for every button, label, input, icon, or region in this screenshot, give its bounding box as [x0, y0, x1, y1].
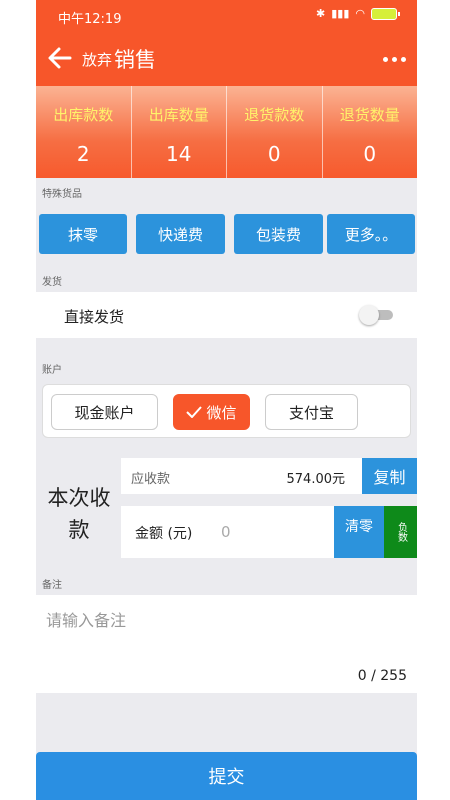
stat-label: 退货款数 — [244, 106, 305, 124]
direct-ship-row: 直接发货 — [36, 292, 417, 338]
status-bar: 中午12:19 ✱ ▮▮▮ ◠ — [36, 0, 417, 32]
direct-ship-toggle[interactable] — [359, 305, 395, 325]
amount-input[interactable] — [221, 518, 331, 546]
submit-button[interactable]: 提交 — [36, 752, 417, 800]
special-goods-buttons: 抹零 快递费 包装费 更多。。 — [38, 214, 417, 254]
negative-button[interactable]: 负数 — [384, 506, 417, 558]
remark-section-label: 备注 — [42, 580, 62, 591]
account-option-wechat[interactable]: 微信 — [173, 394, 250, 430]
battery-icon — [371, 7, 400, 20]
account-option-label: 微信 — [206, 403, 237, 422]
account-option-alipay[interactable]: 支付宝 — [265, 394, 358, 430]
collection-label: 本次收款 — [47, 486, 111, 542]
more-goods-button[interactable]: 更多。。 — [327, 214, 415, 254]
stats-summary: 出库款数 2 出库数量 14 退货款数 0 退货数量 0 — [36, 86, 417, 178]
top-app-bar: 放弃 销售 — [36, 32, 417, 86]
wifi-icon: ◠ — [355, 7, 365, 20]
account-section-label: 账户 — [42, 365, 62, 376]
stat-return-qty: 退货数量 0 — [323, 86, 418, 178]
signal-icon: ▮▮▮ — [331, 7, 350, 20]
shipping-fee-button[interactable]: 快递费 — [136, 214, 225, 254]
round-off-button[interactable]: 抹零 — [39, 214, 127, 254]
app-screen: 中午12:19 ✱ ▮▮▮ ◠ 放弃 销售 出库款数 2 出库数量 14 退货款… — [36, 0, 417, 800]
check-icon — [186, 406, 203, 418]
account-selector: 现金账户 微信 支付宝 — [42, 384, 411, 438]
back-arrow-icon[interactable] — [46, 44, 74, 72]
discard-button[interactable]: 放弃 — [82, 49, 112, 70]
amount-label: 金额 (元) — [135, 526, 193, 542]
stat-outbound-styles: 出库款数 2 — [36, 86, 132, 178]
stat-label: 出库款数 — [53, 106, 114, 124]
remark-box: 0 / 255 — [36, 595, 417, 693]
shipping-section-label: 发货 — [42, 277, 62, 288]
stat-label: 退货数量 — [339, 106, 400, 124]
copy-button[interactable]: 复制 — [362, 458, 417, 494]
bluetooth-icon: ✱ — [316, 7, 326, 20]
special-goods-label: 特殊货品 — [42, 189, 82, 200]
status-icons: ✱ ▮▮▮ ◠ — [316, 7, 400, 20]
clear-button[interactable]: 清零 — [334, 506, 384, 558]
stat-label: 出库数量 — [148, 106, 209, 124]
stat-return-styles: 退货款数 0 — [227, 86, 323, 178]
stat-value: 0 — [267, 142, 281, 166]
stat-outbound-qty: 出库数量 14 — [132, 86, 227, 178]
toggle-knob — [359, 305, 379, 325]
amount-due-row: 应收款 574.00元 复制 — [121, 458, 417, 494]
stat-value: 14 — [166, 142, 192, 166]
amount-due-label: 应收款 — [131, 472, 171, 487]
amount-row: 金额 (元) 清零 负数 — [121, 506, 417, 558]
stat-value: 0 — [363, 142, 377, 166]
remark-input[interactable] — [46, 607, 406, 657]
page-title: 销售 — [114, 48, 156, 72]
stat-value: 2 — [76, 142, 90, 166]
packing-fee-button[interactable]: 包装费 — [234, 214, 323, 254]
account-option-cash[interactable]: 现金账户 — [51, 394, 158, 430]
status-time: 中午12:19 — [58, 12, 122, 27]
remark-char-count: 0 / 255 — [357, 668, 407, 684]
more-options-icon[interactable] — [379, 44, 409, 74]
amount-due-value: 574.00元 — [286, 472, 346, 487]
direct-ship-label: 直接发货 — [64, 308, 125, 326]
